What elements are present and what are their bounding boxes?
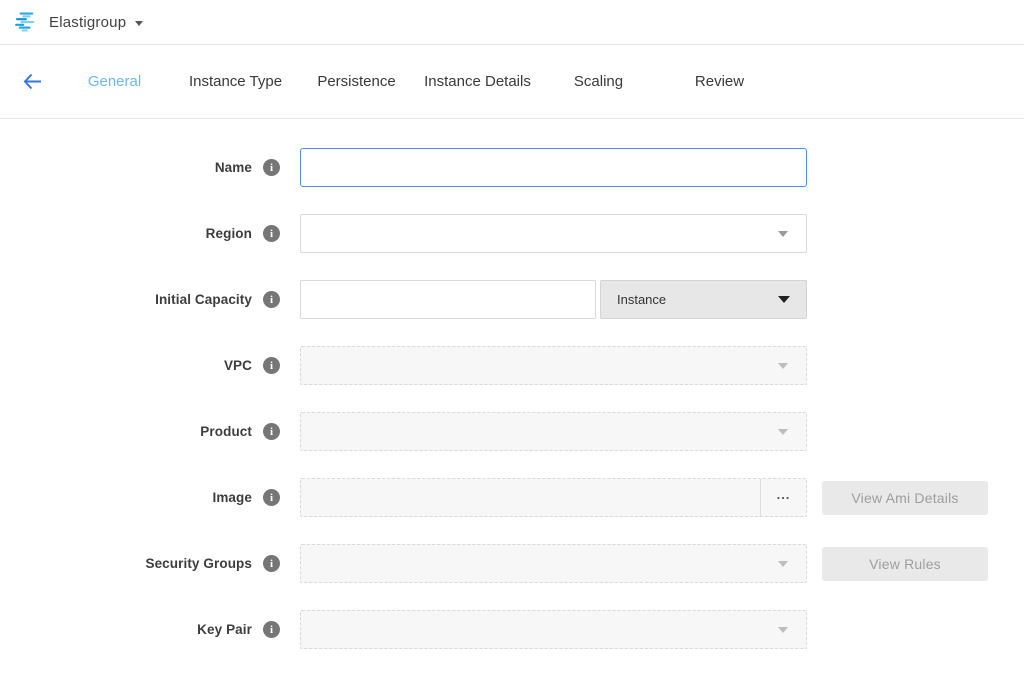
info-icon[interactable]: i bbox=[263, 291, 280, 308]
chevron-down-icon bbox=[778, 231, 788, 237]
tab-instance-details[interactable]: Instance Details bbox=[417, 73, 538, 90]
name-row: Name i bbox=[0, 148, 1024, 187]
tab-review[interactable]: Review bbox=[659, 73, 780, 90]
security-groups-select bbox=[300, 544, 807, 583]
key-pair-row: Key Pair i bbox=[0, 610, 1024, 649]
chevron-down-icon bbox=[778, 627, 788, 633]
key-pair-label: Key Pair bbox=[0, 622, 252, 637]
name-input[interactable] bbox=[300, 148, 807, 187]
view-ami-details-button: View Ami Details bbox=[822, 481, 988, 515]
app-switcher[interactable]: Elastigroup bbox=[0, 0, 1024, 45]
info-icon[interactable]: i bbox=[263, 357, 280, 374]
name-label: Name bbox=[0, 160, 252, 175]
capacity-unit-value: Instance bbox=[617, 292, 778, 307]
info-icon[interactable]: i bbox=[263, 159, 280, 176]
image-input: ... bbox=[300, 478, 807, 517]
region-row: Region i bbox=[0, 214, 1024, 253]
chevron-down-icon bbox=[778, 429, 788, 435]
initial-capacity-input[interactable] bbox=[300, 280, 596, 319]
security-groups-label: Security Groups bbox=[0, 556, 252, 571]
elastigroup-logo-icon bbox=[14, 12, 38, 32]
tab-persistence[interactable]: Persistence bbox=[296, 73, 417, 90]
wizard-tab-bar: General Instance Type Persistence Instan… bbox=[0, 45, 1024, 119]
chevron-down-icon bbox=[778, 561, 788, 567]
info-icon[interactable]: i bbox=[263, 555, 280, 572]
product-select bbox=[300, 412, 807, 451]
tab-scaling[interactable]: Scaling bbox=[538, 73, 659, 90]
browse-ami-button: ... bbox=[760, 479, 806, 516]
region-select[interactable] bbox=[300, 214, 807, 253]
general-settings-form: Name i Region i Initial Capacity i Insta… bbox=[0, 119, 1024, 649]
capacity-unit-select[interactable]: Instance bbox=[600, 280, 807, 319]
initial-capacity-label: Initial Capacity bbox=[0, 292, 252, 307]
vpc-row: VPC i bbox=[0, 346, 1024, 385]
product-row: Product i bbox=[0, 412, 1024, 451]
initial-capacity-row: Initial Capacity i Instance bbox=[0, 280, 1024, 319]
security-groups-row: Security Groups i View Rules bbox=[0, 544, 1024, 583]
chevron-down-icon bbox=[778, 296, 790, 303]
chevron-down-icon bbox=[778, 363, 788, 369]
tab-instance-type[interactable]: Instance Type bbox=[175, 73, 296, 90]
chevron-down-icon bbox=[135, 21, 143, 26]
info-icon[interactable]: i bbox=[263, 489, 280, 506]
key-pair-select bbox=[300, 610, 807, 649]
image-row: Image i ... View Ami Details bbox=[0, 478, 1024, 517]
view-rules-button: View Rules bbox=[822, 547, 988, 581]
region-label: Region bbox=[0, 226, 252, 241]
product-label: Product bbox=[0, 424, 252, 439]
vpc-select bbox=[300, 346, 807, 385]
vpc-label: VPC bbox=[0, 358, 252, 373]
info-icon[interactable]: i bbox=[263, 423, 280, 440]
image-label: Image bbox=[0, 490, 252, 505]
info-icon[interactable]: i bbox=[263, 621, 280, 638]
app-title: Elastigroup bbox=[49, 14, 126, 31]
info-icon[interactable]: i bbox=[263, 225, 280, 242]
image-value bbox=[301, 479, 760, 516]
tab-general[interactable]: General bbox=[54, 73, 175, 90]
back-arrow-icon[interactable] bbox=[22, 73, 54, 90]
